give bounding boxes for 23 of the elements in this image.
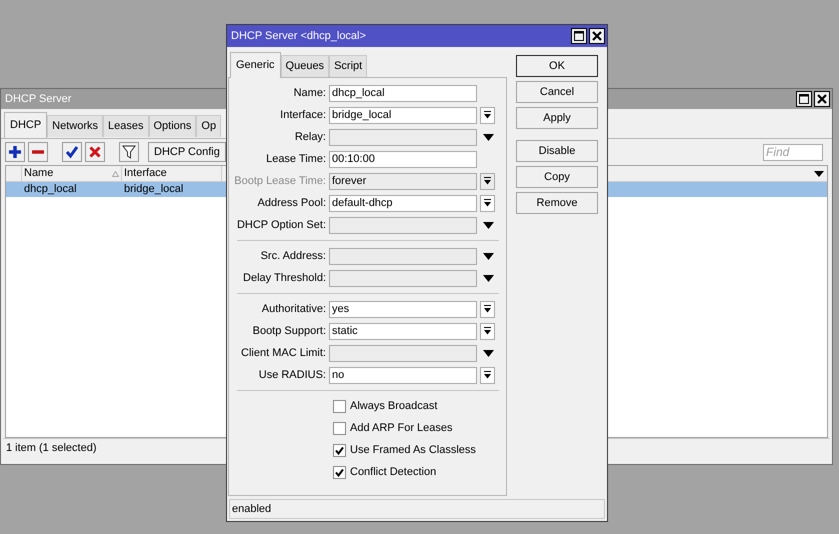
field-label: Relay:	[294, 130, 327, 145]
checkbox-label: Always Broadcast	[350, 398, 438, 414]
field-label: Bootp Support:	[252, 324, 327, 339]
field-label: Lease Time:	[265, 152, 327, 167]
field-label: Address Pool:	[256, 196, 327, 211]
field-label: Name:	[292, 86, 327, 101]
field-label: DHCP Option Set:	[236, 218, 327, 233]
window-title: DHCP Server <dhcp_local>	[231, 28, 366, 44]
field-label: Interface:	[279, 108, 327, 123]
field-label: Authoritative:	[260, 302, 327, 317]
status-text: 1 item (1 selected)	[6, 441, 96, 456]
field-label: Bootp Lease Time:	[233, 174, 327, 189]
field-label: Use RADIUS:	[258, 368, 327, 383]
status-text: enabled	[232, 502, 272, 517]
checkbox-label: Use Framed As Classless	[350, 442, 476, 458]
window-title: DHCP Server	[5, 92, 72, 107]
table-cell-text: dhcp_local	[23, 182, 78, 197]
checkbox-label: Conflict Detection	[350, 464, 436, 480]
table-cell-text: bridge_local	[123, 182, 184, 197]
field-label: Src. Address:	[260, 248, 327, 264]
field-label: Delay Threshold:	[242, 270, 327, 286]
field-label: Client MAC Limit:	[240, 346, 327, 361]
checkbox-label: Add ARP For Leases	[350, 420, 453, 436]
